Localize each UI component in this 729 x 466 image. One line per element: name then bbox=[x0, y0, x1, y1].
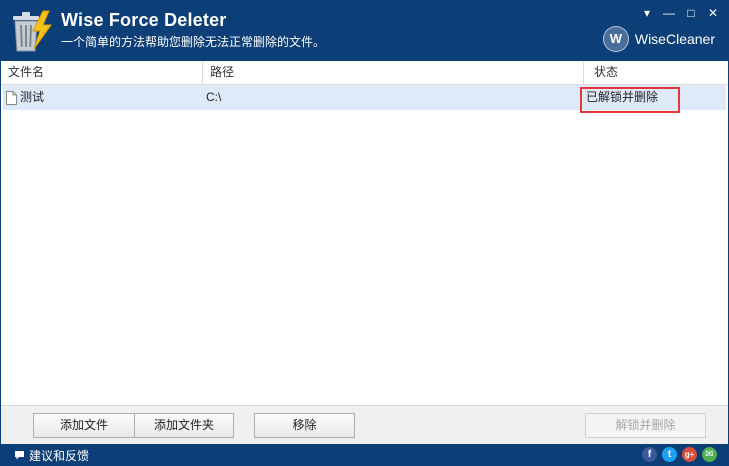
twitter-icon[interactable]: t bbox=[662, 447, 677, 462]
google-plus-icon[interactable]: g+ bbox=[682, 447, 697, 462]
trash-bolt-logo-icon bbox=[13, 10, 52, 52]
file-name: 测试 bbox=[20, 90, 45, 104]
add-file-button[interactable]: 添加文件 bbox=[33, 413, 135, 438]
app-window: Wise Force Deleter 一个简单的方法帮助您删除无法正常删除的文件… bbox=[0, 0, 729, 466]
file-name-cell: 测试 bbox=[6, 85, 44, 110]
menu-dropdown-icon[interactable]: ▾ bbox=[639, 6, 655, 20]
column-header-path[interactable]: 路径 bbox=[203, 61, 584, 84]
add-folder-button[interactable]: 添加文件夹 bbox=[134, 413, 234, 438]
app-subtitle: 一个简单的方法帮助您删除无法正常删除的文件。 bbox=[61, 35, 326, 49]
email-icon[interactable]: ✉ bbox=[702, 447, 717, 462]
wisecleaner-logo-icon: W bbox=[602, 26, 629, 52]
minimize-icon[interactable]: — bbox=[661, 6, 677, 20]
file-path: C:\ bbox=[206, 90, 222, 104]
table-header: 文件名 路径 状态 bbox=[1, 61, 728, 85]
action-bar: 添加文件 添加文件夹 移除 解锁并删除 bbox=[1, 405, 728, 445]
speech-bubble-icon bbox=[15, 451, 24, 460]
status-highlight-box bbox=[580, 87, 680, 113]
column-header-filename[interactable]: 文件名 bbox=[1, 61, 203, 84]
file-list[interactable]: 文件名 路径 状态 测试 C:\ 已解锁并删除 bbox=[1, 61, 728, 444]
social-links: f t g+ ✉ bbox=[642, 447, 717, 462]
facebook-icon[interactable]: f bbox=[642, 447, 657, 462]
remove-button[interactable]: 移除 bbox=[254, 413, 355, 438]
column-header-status[interactable]: 状态 bbox=[584, 61, 728, 84]
brand-name: WiseCleaner bbox=[634, 31, 715, 47]
wisecleaner-brand[interactable]: W WiseCleaner bbox=[602, 26, 715, 52]
status-bar: 建议和反馈 f t g+ ✉ bbox=[0, 444, 729, 466]
file-icon bbox=[6, 90, 17, 105]
feedback-label: 建议和反馈 bbox=[29, 449, 90, 463]
feedback-link[interactable]: 建议和反馈 bbox=[14, 447, 89, 464]
close-icon[interactable]: ✕ bbox=[705, 6, 721, 20]
window-controls: ▾ — □ ✕ bbox=[639, 6, 721, 20]
maximize-icon[interactable]: □ bbox=[683, 6, 699, 20]
app-title: Wise Force Deleter bbox=[61, 10, 227, 30]
unlock-delete-button[interactable]: 解锁并删除 bbox=[585, 413, 706, 438]
title-bar: Wise Force Deleter 一个简单的方法帮助您删除无法正常删除的文件… bbox=[0, 0, 729, 61]
